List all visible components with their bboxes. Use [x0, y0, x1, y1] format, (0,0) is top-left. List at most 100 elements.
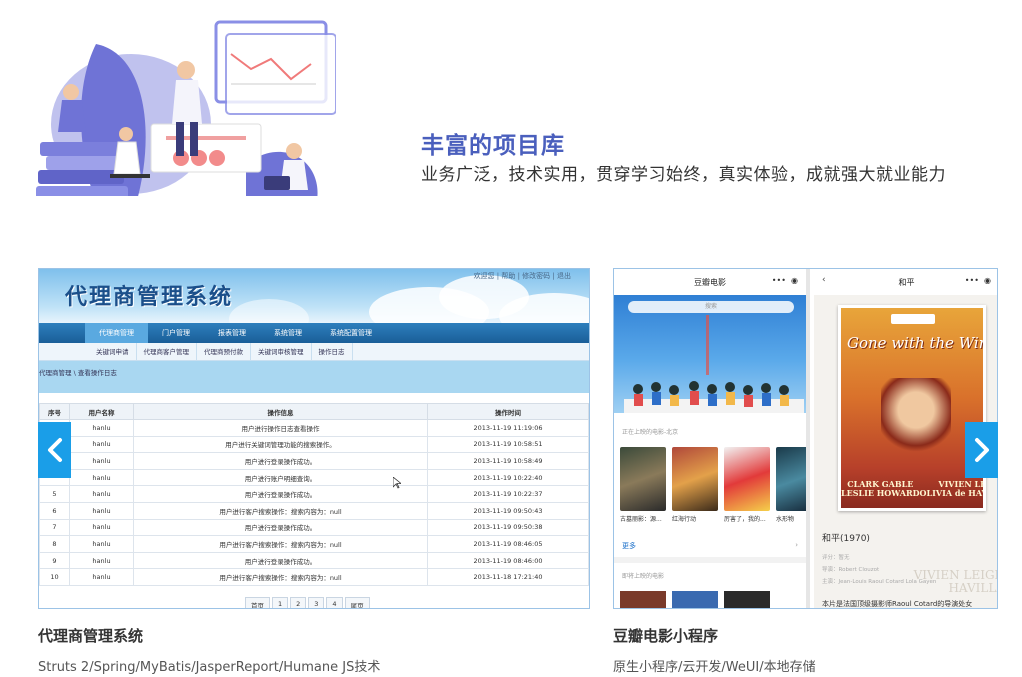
- capsule-menu-icon[interactable]: ••• ◉: [965, 276, 991, 285]
- table-cell: hanlu: [69, 435, 134, 454]
- log-table: 序号 用户名称 操作信息 操作时间 hanlu 用户进行操作日志查看操作 2013-…: [39, 403, 589, 586]
- pager-page[interactable]: 4: [326, 597, 343, 608]
- more-link[interactable]: 更多: [622, 541, 636, 551]
- table-row: 8 hanlu 用户进行客户搜索操作：搜索内容为：null 2013-11-19 08…: [39, 535, 589, 553]
- pager-last[interactable]: 尾页: [344, 597, 370, 608]
- section-coming-soon: 即将上映的电影: [622, 573, 665, 580]
- cast-right: VIVIEN LEIGH OLIVIA de HAVILLAND: [919, 479, 986, 499]
- top-links: 欢迎您 | 帮助 | 修改密码 | 退出: [473, 272, 571, 280]
- sub-nav-item[interactable]: 关键词审核管理: [251, 343, 312, 360]
- project-carousel: 代理商管理系统 欢迎您 | 帮助 | 修改密码 | 退出 代理商管理 门户管理 …: [0, 262, 1022, 677]
- poster-titles: 古墓丽影：源... 红海行动 厉害了，我的... 水形物: [620, 514, 806, 523]
- carousel-prev-button[interactable]: [38, 422, 71, 478]
- pagination: 首页 1 2 3 4 尾页: [245, 597, 370, 608]
- movie-poster[interactable]: [776, 447, 806, 511]
- poster-row: [620, 447, 806, 511]
- app-title: 豆瓣电影: [694, 277, 726, 287]
- sub-nav-item[interactable]: 代理商客户管理: [137, 343, 197, 360]
- section-now-playing: 正在上映的电影-北京: [622, 429, 679, 436]
- table-cell: hanlu: [69, 419, 134, 437]
- movie-poster[interactable]: [620, 447, 666, 511]
- project-card-agent-system[interactable]: 代理商管理系统 欢迎您 | 帮助 | 修改密码 | 退出 代理商管理 门户管理 …: [38, 268, 590, 675]
- table-cell: 用户进行客户搜索操作：搜索内容为：null: [133, 568, 428, 586]
- chevron-left-icon: [47, 438, 62, 462]
- column-header: 操作时间: [427, 403, 589, 420]
- pager-first[interactable]: 首页: [245, 597, 270, 608]
- table-cell: 用户进行登录操作成功。: [133, 485, 428, 503]
- main-nav-item[interactable]: 报表管理: [204, 323, 260, 343]
- sub-nav-item[interactable]: 关键词申请: [89, 343, 137, 360]
- table-row: hanlu 用户进行操作日志查看操作 2013-11-19 11:19:06: [39, 419, 589, 437]
- table-row: 5 hanlu 用户进行登录操作成功。 2013-11-19 10:22:37: [39, 485, 589, 503]
- movie-poster[interactable]: [620, 591, 666, 608]
- table-cell: hanlu: [69, 452, 134, 470]
- carousel-next-button[interactable]: [965, 422, 998, 478]
- mouse-cursor-icon: [393, 477, 401, 489]
- movie-poster-large: Gone with the Wind CLARK GABLE LESLIE HO…: [838, 305, 986, 511]
- table-row: 10 hanlu 用户进行客户搜索操作：搜索内容为：null 2013-11-18 1…: [39, 568, 589, 586]
- column-header: 操作信息: [133, 403, 428, 420]
- table-cell: hanlu: [69, 568, 134, 586]
- capsule-menu-icon[interactable]: ••• ◉: [772, 276, 798, 285]
- detail-title: 和平: [898, 277, 915, 287]
- pager-page[interactable]: 3: [308, 597, 325, 608]
- table-cell: 8: [39, 535, 70, 553]
- table-cell: 2013-11-19 08:46:00: [427, 551, 589, 570]
- sub-nav: 关键词申请 代理商客户管理 代理商预付款 关键词审核管理 操作日志: [39, 343, 589, 361]
- table-cell: 2013-11-19 10:58:49: [427, 452, 589, 470]
- column-header: 序号: [39, 403, 70, 420]
- table-cell: 7: [39, 518, 70, 537]
- movie-poster[interactable]: [672, 447, 718, 511]
- sub-nav-item[interactable]: 操作日志: [312, 343, 353, 360]
- table-cell: 2013-11-19 10:22:40: [427, 468, 589, 487]
- table-cell: 用户进行账户明细查询。: [133, 468, 428, 487]
- main-nav-item[interactable]: 系统管理: [260, 323, 316, 343]
- table-cell: 10: [39, 568, 70, 586]
- pager-page[interactable]: 1: [272, 597, 289, 608]
- project-description: 原生小程序/云开发/WeUI/本地存储: [613, 660, 816, 675]
- main-nav-item[interactable]: 门户管理: [148, 323, 204, 343]
- detail-topbar: ‹ 和平 ••• ◉: [814, 269, 997, 295]
- poster-row-2: [620, 591, 770, 608]
- pager-page[interactable]: 2: [290, 597, 307, 608]
- project-screenshot: 代理商管理系统 欢迎您 | 帮助 | 修改密码 | 退出 代理商管理 门户管理 …: [38, 268, 590, 609]
- app-topbar: 豆瓣电影 ••• ◉: [614, 269, 806, 295]
- movie-poster[interactable]: [724, 447, 770, 511]
- background-watermark: VIVIEN LEIGH HAVILLA: [913, 568, 997, 596]
- back-arrow-icon[interactable]: ‹: [822, 275, 826, 285]
- project-title: 代理商管理系统: [38, 627, 144, 645]
- search-input[interactable]: 搜索: [628, 301, 794, 313]
- table-cell: hanlu: [69, 535, 134, 553]
- movie-poster[interactable]: [724, 591, 770, 608]
- table-cell: hanlu: [69, 485, 134, 503]
- table-row: hanlu 用户进行关键词管理功能的搜索操作。 2013-11-19 10:58:5…: [39, 435, 589, 454]
- chevron-right-icon: [974, 438, 989, 462]
- table-cell: 2013-11-19 10:22:37: [427, 485, 589, 503]
- table-cell: 用户进行关键词管理功能的搜索操作。: [133, 435, 428, 454]
- sub-nav-item[interactable]: 代理商预付款: [197, 343, 251, 360]
- table-cell: 2013-11-19 08:46:05: [427, 535, 589, 553]
- hero-banner: 搜索: [614, 295, 806, 413]
- table-cell: 用户进行登录操作成功。: [133, 452, 428, 470]
- movie-poster[interactable]: [672, 591, 718, 608]
- breadcrumb: 代理商管理 \ 查看操作日志: [39, 369, 117, 377]
- section-subtitle: 业务广泛，技术实用，贯穿学习始终，真实体验，成就强大就业能力: [421, 165, 946, 185]
- poster-cast: CLARK GABLE LESLIE HOWARD VIVIEN LEIGH O…: [841, 480, 983, 498]
- content-header: [39, 361, 589, 393]
- poster-title: 红海行动: [672, 516, 697, 523]
- cast-left: CLARK GABLE LESLIE HOWARD: [841, 479, 920, 499]
- table-cell: 2013-11-19 11:19:06: [427, 419, 589, 437]
- main-nav-item[interactable]: 系统配置管理: [316, 323, 386, 343]
- column-header: 用户名称: [69, 403, 134, 420]
- table-cell: 用户进行登录操作成功。: [133, 518, 428, 537]
- app-logo: 代理商管理系统: [65, 284, 234, 310]
- main-nav-item[interactable]: 代理商管理: [85, 323, 148, 343]
- table-cell: hanlu: [69, 551, 134, 570]
- table-row: hanlu 用户进行账户明细查询。 2013-11-19 10:22:40: [39, 468, 589, 487]
- table-cell: 6: [39, 501, 70, 520]
- project-card-douban[interactable]: 豆瓣电影 ••• ◉ 搜索 正在上映的电影-北京 古墓丽影：源... 红海行动 …: [613, 268, 998, 675]
- table-cell: 2013-11-18 17:21:40: [427, 568, 589, 586]
- movie-meta: 导演：Robert Clouzot: [822, 567, 880, 573]
- crowd-image: [624, 381, 804, 413]
- project-screenshot: 豆瓣电影 ••• ◉ 搜索 正在上映的电影-北京 古墓丽影：源... 红海行动 …: [613, 268, 998, 609]
